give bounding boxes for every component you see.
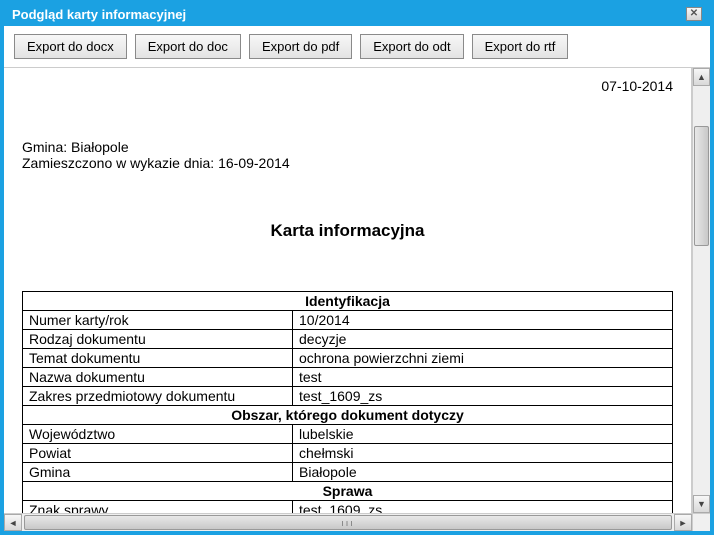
table-row: Rodzaj dokumentu decyzje	[23, 330, 673, 349]
document-viewport[interactable]: 07-10-2014 Gmina: Białopole Zamieszczono…	[4, 68, 692, 513]
field-label: Nazwa dokumentu	[23, 368, 293, 387]
field-label: Znak sprawy	[23, 501, 293, 514]
field-value: test_1609_zs	[293, 387, 673, 406]
field-value: 10/2014	[293, 311, 673, 330]
hscroll-track[interactable]: ııı	[22, 514, 674, 531]
close-button[interactable]: ✕	[686, 7, 702, 21]
gmina-label: Gmina:	[22, 139, 67, 155]
vscroll-thumb[interactable]	[694, 126, 709, 246]
chevron-down-icon: ▼	[697, 499, 706, 509]
export-rtf-button[interactable]: Export do rtf	[472, 34, 569, 59]
field-label: Zakres przedmiotowy dokumentu	[23, 387, 293, 406]
field-label: Powiat	[23, 444, 293, 463]
export-toolbar: Export do docx Export do doc Export do p…	[4, 26, 710, 68]
export-docx-button[interactable]: Export do docx	[14, 34, 127, 59]
field-label: Województwo	[23, 425, 293, 444]
horizontal-scrollbar[interactable]: ◄ ııı ►	[4, 513, 692, 531]
section-sprawa: Sprawa	[23, 482, 673, 501]
field-label: Numer karty/rok	[23, 311, 293, 330]
table-row: Temat dokumentu ochrona powierzchni ziem…	[23, 349, 673, 368]
preview-window: Podgląd karty informacyjnej ✕ Export do …	[0, 0, 714, 535]
field-value: lubelskie	[293, 425, 673, 444]
document-heading: Karta informacyjna	[22, 221, 673, 241]
close-icon: ✕	[690, 9, 698, 19]
field-value: test	[293, 368, 673, 387]
window-title: Podgląd karty informacyjnej	[12, 7, 186, 22]
info-table: Identyfikacja Numer karty/rok 10/2014 Ro…	[22, 291, 673, 513]
section-identyfikacja: Identyfikacja	[23, 292, 673, 311]
content-area: 07-10-2014 Gmina: Białopole Zamieszczono…	[4, 68, 710, 531]
scroll-left-button[interactable]: ◄	[4, 514, 22, 531]
vscroll-track[interactable]	[693, 86, 710, 495]
field-value: ochrona powierzchni ziemi	[293, 349, 673, 368]
scroll-up-button[interactable]: ▲	[693, 68, 710, 86]
field-label: Temat dokumentu	[23, 349, 293, 368]
export-pdf-button[interactable]: Export do pdf	[249, 34, 352, 59]
document-content: 07-10-2014 Gmina: Białopole Zamieszczono…	[4, 68, 691, 513]
export-odt-button[interactable]: Export do odt	[360, 34, 463, 59]
gmina-line: Gmina: Białopole	[22, 139, 673, 155]
field-value: test_1609_zs	[293, 501, 673, 514]
table-row: Znak sprawy test_1609_zs	[23, 501, 673, 514]
hscroll-thumb[interactable]: ııı	[24, 515, 672, 530]
section-obszar: Obszar, którego dokument dotyczy	[23, 406, 673, 425]
gmina-value: Białopole	[71, 139, 129, 155]
table-row: Gmina Białopole	[23, 463, 673, 482]
scroll-down-button[interactable]: ▼	[693, 495, 710, 513]
table-row: Nazwa dokumentu test	[23, 368, 673, 387]
chevron-up-icon: ▲	[697, 72, 706, 82]
table-row: Zakres przedmiotowy dokumentu test_1609_…	[23, 387, 673, 406]
table-row: Numer karty/rok 10/2014	[23, 311, 673, 330]
scroll-right-button[interactable]: ►	[674, 514, 692, 531]
titlebar: Podgląd karty informacyjnej ✕	[4, 4, 710, 26]
field-label: Gmina	[23, 463, 293, 482]
chevron-left-icon: ◄	[9, 518, 18, 528]
vertical-scrollbar[interactable]: ▲ ▼	[692, 68, 710, 513]
export-doc-button[interactable]: Export do doc	[135, 34, 241, 59]
table-row: Powiat chełmski	[23, 444, 673, 463]
scrollbar-corner	[692, 513, 710, 531]
field-value: decyzje	[293, 330, 673, 349]
posted-value: 16-09-2014	[218, 155, 290, 171]
chevron-right-icon: ►	[679, 518, 688, 528]
field-value: Białopole	[293, 463, 673, 482]
table-row: Województwo lubelskie	[23, 425, 673, 444]
field-label: Rodzaj dokumentu	[23, 330, 293, 349]
field-value: chełmski	[293, 444, 673, 463]
document-date: 07-10-2014	[22, 78, 673, 94]
posted-label: Zamieszczono w wykazie dnia:	[22, 155, 214, 171]
posted-line: Zamieszczono w wykazie dnia: 16-09-2014	[22, 155, 673, 171]
